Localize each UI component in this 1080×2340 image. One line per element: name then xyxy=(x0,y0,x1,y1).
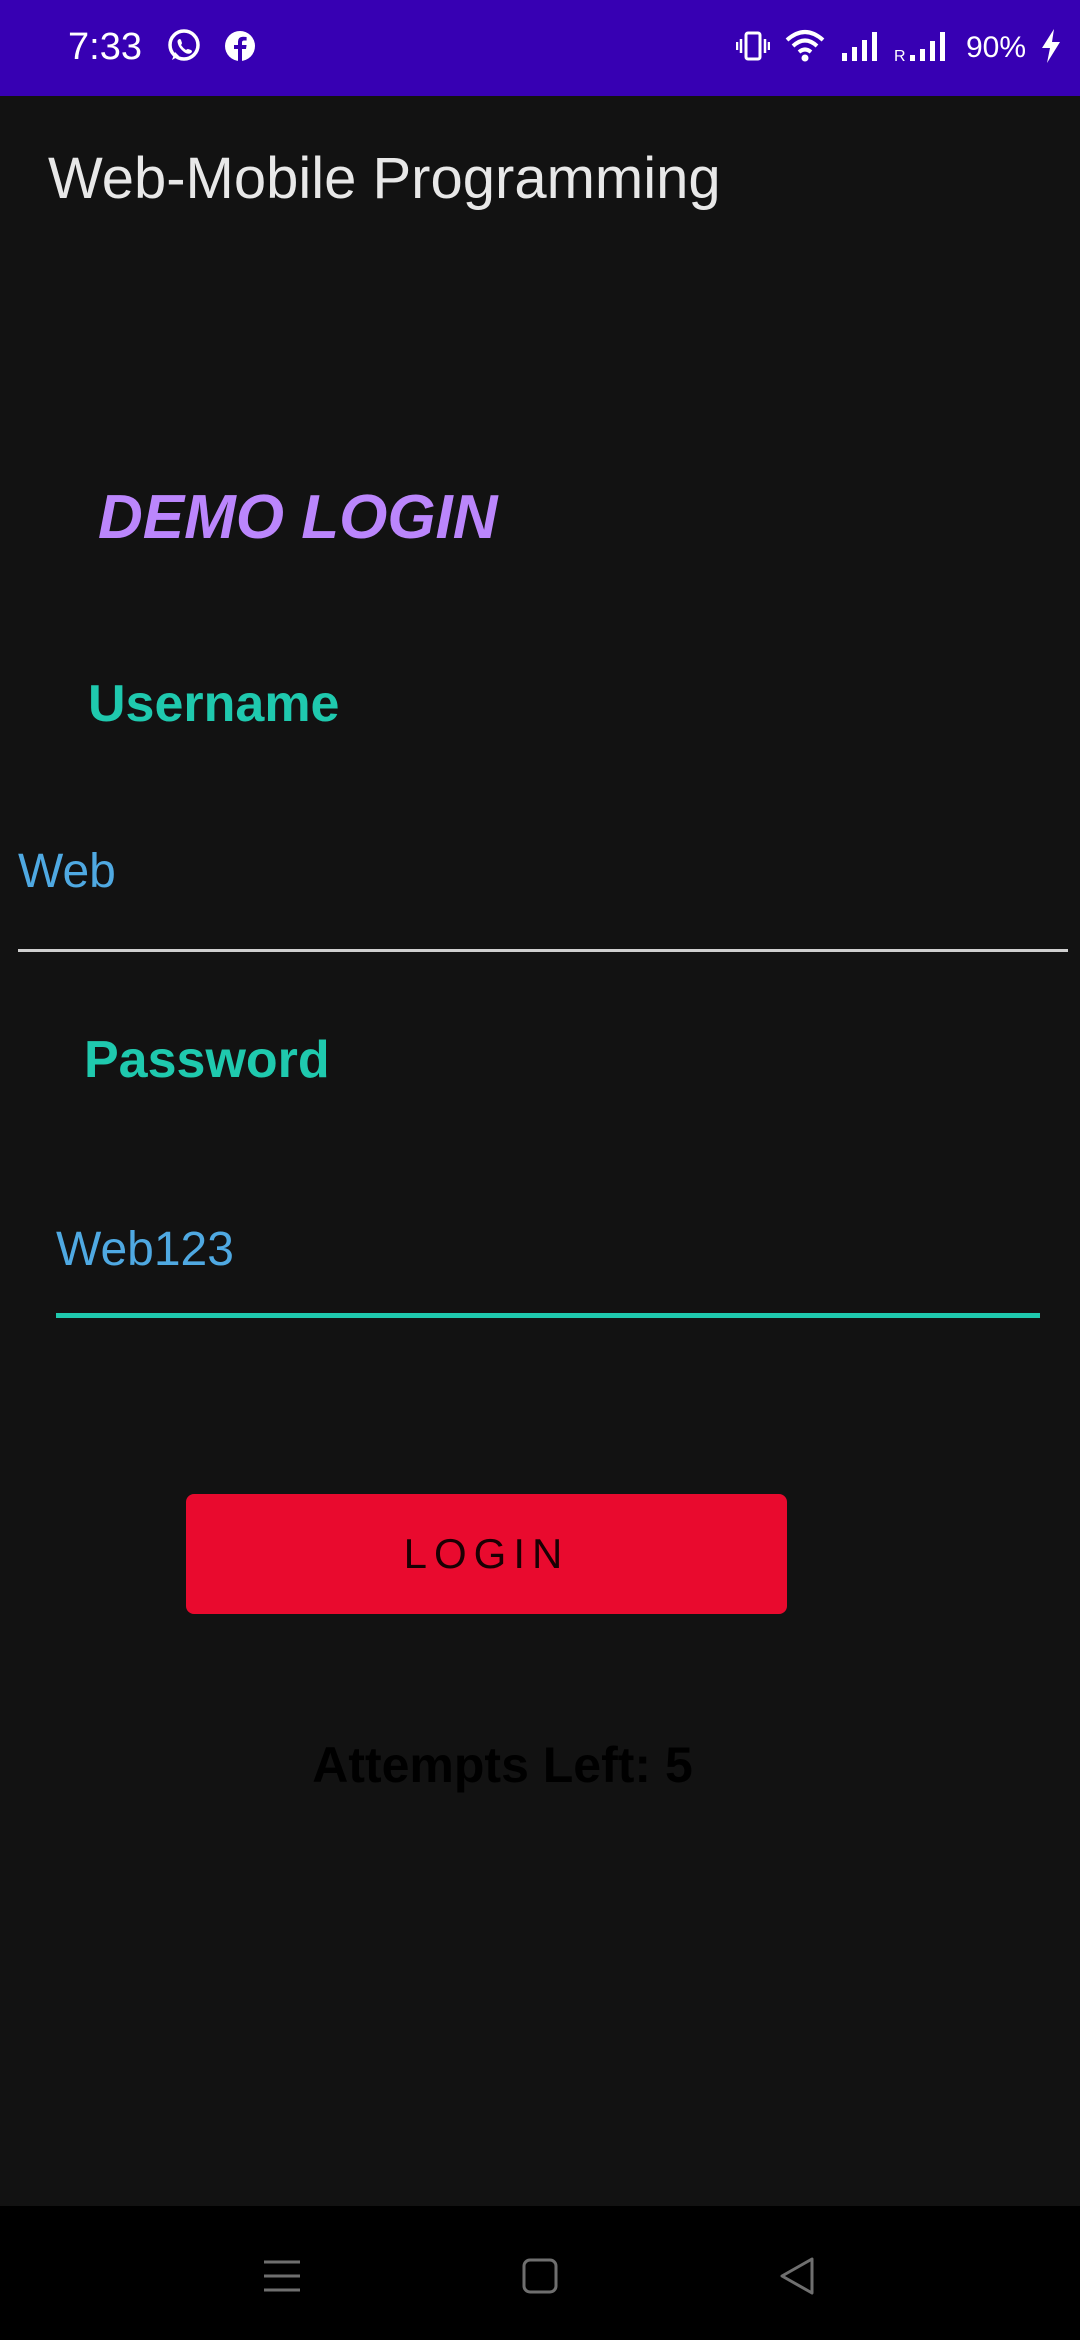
app-bar: Web-Mobile Programming xyxy=(0,96,1080,266)
vibrate-icon xyxy=(735,29,771,68)
navigation-bar xyxy=(0,2206,1080,2340)
charging-icon xyxy=(1040,28,1062,69)
status-time: 7:33 xyxy=(68,26,142,68)
wifi-icon xyxy=(784,28,826,69)
home-icon[interactable] xyxy=(508,2244,572,2308)
status-icons: R 90% xyxy=(735,24,1062,72)
whatsapp-icon xyxy=(166,28,202,69)
menu-icon[interactable] xyxy=(250,2244,314,2308)
password-underline xyxy=(56,1313,1040,1318)
signal-icon xyxy=(840,29,880,68)
username-input[interactable] xyxy=(18,842,1068,902)
password-input[interactable] xyxy=(56,1220,1040,1280)
svg-text:R: R xyxy=(894,48,906,63)
battery-level: 90% xyxy=(965,31,1026,64)
login-heading: DEMO LOGIN xyxy=(98,483,498,552)
app-title: Web-Mobile Programming xyxy=(48,146,721,211)
facebook-icon xyxy=(222,28,258,69)
username-underline xyxy=(18,949,1068,952)
roaming-signal-icon: R xyxy=(894,29,952,68)
notification-icons xyxy=(166,28,258,69)
login-button[interactable]: LOGIN xyxy=(186,1494,787,1614)
attempts-left-text: Attempts Left: 5 xyxy=(312,1737,693,1793)
username-label: Username xyxy=(88,675,340,733)
password-label: Password xyxy=(84,1031,330,1089)
status-bar: 7:33 R 90% xyxy=(0,0,1080,96)
back-icon[interactable] xyxy=(766,2244,830,2308)
